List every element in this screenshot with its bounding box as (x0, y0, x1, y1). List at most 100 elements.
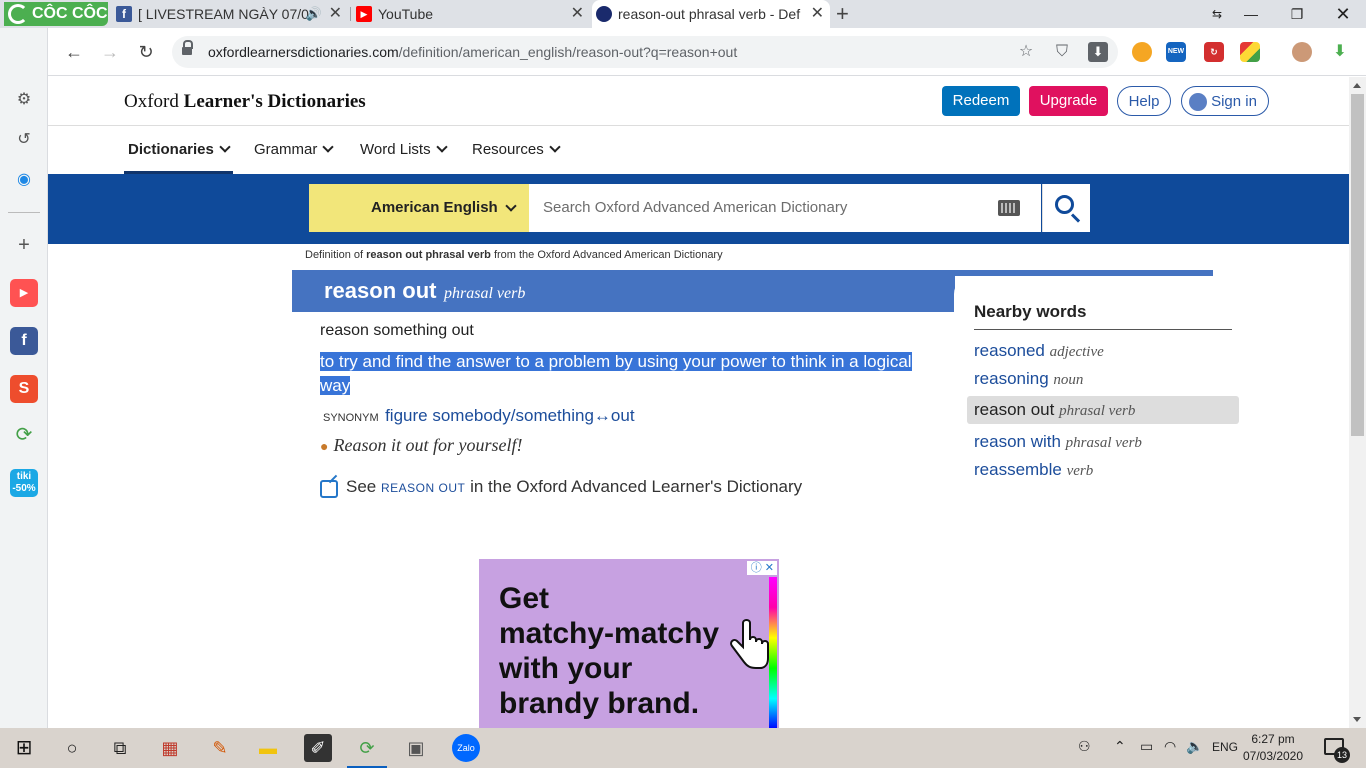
oxford-icon (596, 6, 612, 22)
tab-title: YouTube (378, 6, 434, 22)
search-icon[interactable]: ○ (58, 734, 86, 762)
address-bar[interactable]: oxfordlearnersdictionaries.com/definitio… (172, 36, 1118, 68)
add-panel-icon[interactable]: + (10, 231, 38, 259)
synonym-label: SYNONYM (323, 412, 379, 424)
facebook-icon[interactable]: f (10, 327, 38, 355)
tab-oxford-reason-out[interactable]: reason-out phrasal verb - Def ✕ (592, 0, 830, 28)
chevron-down-icon (219, 141, 231, 153)
scroll-up-icon[interactable] (1353, 83, 1361, 88)
bookmark-star-icon[interactable]: ☆ (1016, 42, 1036, 62)
office-app-icon[interactable]: ▦ (156, 734, 184, 762)
redeem-button[interactable]: Redeem (942, 86, 1020, 116)
tiki-icon[interactable]: tiki -50% (10, 469, 38, 497)
browser-sidebar: ⚙ ↺ ◉ + ▶ f S ⟳ tiki -50% (0, 28, 48, 728)
close-tab-icon[interactable]: ✕ (329, 0, 342, 28)
app-icon[interactable]: ▣ (402, 734, 430, 762)
external-link-icon (320, 480, 338, 498)
keyboard-icon[interactable] (998, 200, 1020, 216)
browser-toolbar: ▣ ← → ↻ oxfordlearnersdictionaries.com/d… (0, 28, 1366, 76)
sign-in-label: Sign in (1211, 93, 1257, 110)
battery-icon[interactable]: ▭ (1140, 738, 1153, 755)
coccoc-icon[interactable]: ⟳ (10, 421, 38, 449)
coccoc-browser-icon[interactable]: ⟳ (347, 734, 387, 768)
extension-new-icon[interactable]: NEW (1166, 42, 1186, 62)
help-button[interactable]: Help (1117, 86, 1171, 116)
menu-resources[interactable]: Resources (472, 126, 561, 174)
windows-taskbar: ⊞ ○ ⧉ ▦ ✎ ▬ ✐ ⟳ ▣ Zalo ⚇ ⌃ ▭ ◠ 🔈 ENG 6:2… (0, 728, 1366, 768)
file-explorer-icon[interactable]: ▬ (254, 734, 282, 762)
synonym: SYNONYM figure somebody/something↔out (323, 406, 635, 426)
close-window-button[interactable]: ✕ (1320, 0, 1366, 28)
forward-button[interactable]: → (96, 38, 124, 66)
volume-icon[interactable]: 🔈 (1186, 738, 1203, 755)
shield-icon[interactable]: ⛉ (1052, 42, 1072, 62)
tab-title: reason-out phrasal verb - Def (618, 6, 801, 22)
menu-dictionaries[interactable]: Dictionaries (124, 126, 233, 174)
tab-facebook-livestream[interactable]: f [ LIVESTREAM NGÀY 07/0 🔊 ✕ (112, 0, 348, 28)
download-page-icon[interactable]: ⬇ (1088, 42, 1108, 62)
headword: reason out (324, 278, 437, 303)
history-icon[interactable]: ↺ (10, 126, 38, 154)
phrase: reason something out (320, 322, 474, 339)
browser-tab-bar: CÔC CÔC f [ LIVESTREAM NGÀY 07/0 🔊 ✕ ▶ Y… (0, 0, 1366, 28)
messenger-icon[interactable]: ◉ (10, 166, 38, 194)
synonym-link[interactable]: figure somebody/something↔out (385, 406, 634, 425)
shopee-icon[interactable]: S (10, 375, 38, 403)
nearby-word-link[interactable]: reasoning noun (974, 369, 1083, 389)
brand-label: CÔC CÔC (32, 5, 108, 22)
extension-red-icon[interactable]: ↻ (1204, 42, 1224, 62)
definition: to try and find the answer to a problem … (320, 352, 912, 395)
tab-youtube[interactable]: ▶ YouTube ✕ (352, 0, 590, 28)
page-scrollbar[interactable] (1349, 77, 1366, 728)
coccoc-logo-icon (8, 4, 28, 24)
coccoc-menu-button[interactable]: CÔC CÔC (4, 2, 108, 26)
zalo-icon[interactable]: Zalo (452, 734, 480, 762)
upgrade-button[interactable]: Upgrade (1029, 86, 1108, 116)
scroll-down-icon[interactable] (1353, 717, 1361, 722)
ad-close-icon[interactable]: ⓘ ✕ (747, 561, 777, 575)
example-sentence: ● Reason it out for yourself! (320, 435, 523, 455)
reload-button[interactable]: ↻ (132, 38, 160, 66)
notes-app-icon[interactable]: ✐ (304, 734, 332, 762)
dictionary-selector[interactable]: American English (309, 184, 529, 232)
youtube-icon[interactable]: ▶ (10, 279, 38, 307)
youtube-icon: ▶ (356, 6, 372, 22)
chevron-up-icon[interactable]: ⌃ (1114, 738, 1126, 755)
nearby-word-link[interactable]: reason with phrasal verb (974, 432, 1142, 452)
paint-app-icon[interactable]: ✎ (206, 734, 234, 762)
advertisement[interactable]: Get matchy-matchy with your brandy brand… (479, 559, 779, 728)
site-logo[interactable]: Oxford Learner's Dictionaries (124, 91, 366, 113)
maximize-button[interactable]: ❐ (1274, 0, 1320, 28)
menu-grammar[interactable]: Grammar (254, 126, 335, 174)
extension-chrome-icon[interactable] (1132, 42, 1152, 62)
url-text[interactable]: oxfordlearnersdictionaries.com/definitio… (208, 36, 737, 68)
wifi-icon[interactable]: ◠ (1164, 738, 1176, 755)
scrollbar-thumb[interactable] (1351, 94, 1364, 436)
minimize-button[interactable]: — (1228, 0, 1274, 28)
sign-in-button[interactable]: Sign in (1181, 86, 1269, 116)
search-button[interactable] (1042, 184, 1090, 232)
windows-start-icon[interactable]: ⊞ (10, 734, 38, 762)
chevron-down-icon (549, 141, 561, 153)
chevron-down-icon (435, 141, 448, 153)
language-indicator[interactable]: ENG (1212, 740, 1238, 754)
task-view-icon[interactable]: ⧉ (106, 734, 134, 762)
nearby-word-link[interactable]: reasoned adjective (974, 341, 1104, 361)
menu-word-lists[interactable]: Word Lists (360, 126, 448, 174)
settings-icon[interactable]: ⚙ (10, 86, 38, 114)
clock[interactable]: 6:27 pm 07/03/2020 (1242, 731, 1304, 765)
close-tab-icon[interactable]: ✕ (811, 0, 824, 28)
see-also-link[interactable]: See REASON OUT in the Oxford Advanced Le… (320, 477, 802, 498)
profile-avatar[interactable] (1292, 42, 1312, 62)
back-button[interactable]: ← (60, 38, 88, 66)
people-icon[interactable]: ⚇ (1078, 738, 1091, 755)
breadcrumb: Definition of reason out phrasal verb fr… (305, 249, 723, 261)
nearby-word-link[interactable]: reassemble verb (974, 460, 1093, 480)
lock-icon[interactable] (182, 40, 193, 57)
extension-grid-icon[interactable] (1240, 42, 1260, 62)
search-input[interactable]: Search Oxford Advanced American Dictiona… (529, 184, 1041, 232)
download-icon[interactable]: ⬇ (1330, 42, 1350, 62)
close-tab-icon[interactable]: ✕ (571, 0, 584, 28)
speaker-icon[interactable]: 🔊 (306, 0, 322, 28)
new-tab-button[interactable]: + (836, 0, 849, 28)
